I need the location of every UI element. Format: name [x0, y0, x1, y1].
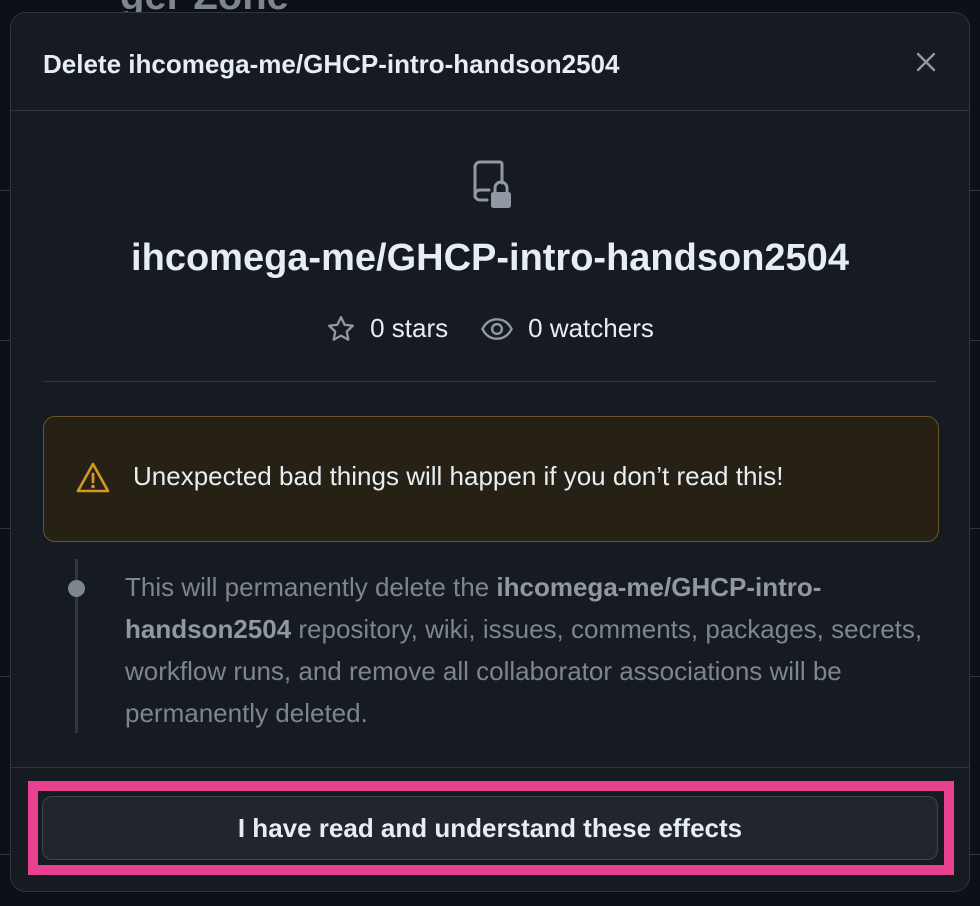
- repository-stats: 0 stars 0 watchers: [11, 313, 969, 344]
- watchers-count: 0 watchers: [528, 313, 654, 343]
- repo-locked-icon: [473, 160, 511, 208]
- eye-icon: [481, 317, 514, 340]
- repository-name: ihcomega-me/GHCP-intro-handson2504: [131, 237, 849, 279]
- dialog-title: Delete ihcomega-me/GHCP-intro-handson250…: [43, 49, 620, 79]
- alert-triangle-icon: [76, 462, 110, 493]
- footer-divider: [11, 767, 969, 768]
- warning-banner: Unexpected bad things will happen if you…: [43, 416, 939, 542]
- warning-text: Unexpected bad things will happen if you…: [133, 461, 784, 491]
- x-icon: [916, 52, 936, 72]
- close-button[interactable]: [911, 47, 941, 77]
- stars-count: 0 stars: [370, 313, 449, 343]
- effects-prefix: This will permanently delete the: [125, 572, 497, 602]
- dialog-header: Delete ihcomega-me/GHCP-intro-handson250…: [11, 13, 969, 111]
- section-divider: [43, 381, 937, 382]
- stars-stat: 0 stars: [326, 313, 448, 344]
- delete-repository-dialog: Delete ihcomega-me/GHCP-intro-handson250…: [10, 12, 970, 892]
- deletion-effects-text: This will permanently delete the ihcomeg…: [125, 566, 925, 734]
- confirm-understand-button[interactable]: I have read and understand these effects: [42, 796, 938, 860]
- star-icon: [328, 315, 355, 341]
- timeline-dot: [68, 580, 85, 597]
- watchers-stat: 0 watchers: [480, 313, 654, 344]
